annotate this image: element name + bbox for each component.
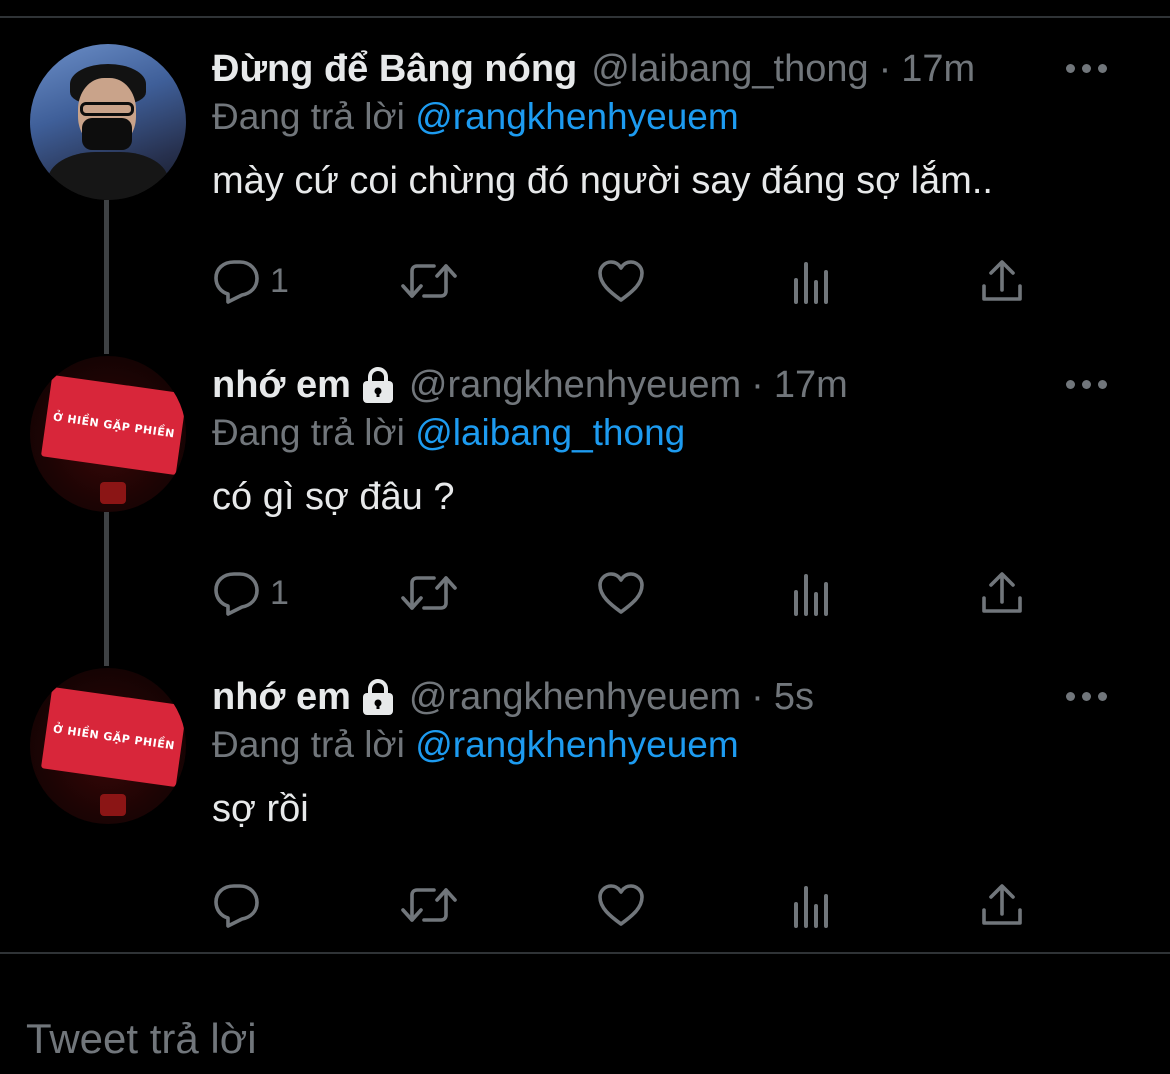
tweet-header: nhớ em @rangkhenhyeuem · 5s xyxy=(212,674,1130,720)
analytics-icon xyxy=(794,574,828,616)
replying-to-line: Đang trả lời @rangkhenhyeuem xyxy=(212,92,1130,142)
retweet-button[interactable] xyxy=(400,256,458,306)
like-button[interactable] xyxy=(596,256,646,306)
analytics-button[interactable] xyxy=(792,568,832,618)
lock-icon xyxy=(361,678,395,716)
separator-dot: · xyxy=(751,364,764,406)
tweet-text: sợ rồi xyxy=(212,788,309,830)
lock-icon xyxy=(361,366,395,404)
replying-to-mention[interactable]: @laibang_thong xyxy=(415,412,685,453)
replying-to-line: Đang trả lời @rangkhenhyeuem xyxy=(212,720,1130,770)
share-button[interactable] xyxy=(980,256,1024,306)
user-handle[interactable]: @rangkhenhyeuem xyxy=(409,362,741,408)
avatar-sign-text: Ở HIỀN GẶP PHIỀN xyxy=(52,410,176,440)
reply-button[interactable]: 1 xyxy=(212,568,289,618)
more-options-icon[interactable] xyxy=(1066,64,1108,74)
replying-to-label: Đang trả lời xyxy=(212,96,405,137)
timestamp[interactable]: 17m xyxy=(901,46,975,92)
analytics-icon xyxy=(794,886,828,928)
reply-tweet-input[interactable] xyxy=(0,954,1170,1074)
reply-button[interactable]: 1 xyxy=(212,256,289,306)
analytics-button[interactable] xyxy=(792,880,832,930)
user-handle[interactable]: @laibang_thong xyxy=(591,46,868,92)
user-handle[interactable]: @rangkhenhyeuem xyxy=(409,674,741,720)
tweet-thread-screen: Đừng để Bâng nóng @laibang_thong · 17m Đ… xyxy=(0,0,1170,1074)
more-options-icon[interactable] xyxy=(1066,692,1108,702)
timestamp[interactable]: 17m xyxy=(774,362,848,408)
reply-button[interactable] xyxy=(212,880,270,930)
retweet-icon xyxy=(401,264,457,298)
tweet[interactable]: Đừng để Bâng nóng @laibang_thong · 17m Đ… xyxy=(0,0,1170,330)
retweet-button[interactable] xyxy=(400,880,458,930)
tweet-header: nhớ em @rangkhenhyeuem · 17m xyxy=(212,362,1130,408)
tweet-header: Đừng để Bâng nóng @laibang_thong · 17m xyxy=(212,46,1130,92)
avatar[interactable]: Ở HIỀN GẶP PHIỀN xyxy=(30,356,186,512)
share-icon xyxy=(982,572,1022,613)
replying-to-line: Đang trả lời @laibang_thong xyxy=(212,408,1130,458)
display-name[interactable]: Đừng để Bâng nóng xyxy=(212,46,577,92)
avatar[interactable] xyxy=(30,44,186,200)
reply-count: 1 xyxy=(270,573,289,612)
heart-icon xyxy=(598,260,644,302)
separator-dot: · xyxy=(751,676,764,718)
retweet-icon xyxy=(401,888,457,922)
display-name[interactable]: nhớ em xyxy=(212,674,351,720)
share-button[interactable] xyxy=(980,880,1024,930)
retweet-button[interactable] xyxy=(400,568,458,618)
share-button[interactable] xyxy=(980,568,1024,618)
separator-dot: · xyxy=(878,48,892,90)
tweet[interactable]: Ở HIỀN GẶP PHIỀN nhớ em @rangkhenhyeuem … xyxy=(0,642,1170,952)
tweet[interactable]: Ở HIỀN GẶP PHIỀN nhớ em @rangkhenhyeuem … xyxy=(0,330,1170,642)
avatar[interactable]: Ở HIỀN GẶP PHIỀN xyxy=(30,668,186,824)
replying-to-label: Đang trả lời xyxy=(212,724,405,765)
avatar-sign-text: Ở HIỀN GẶP PHIỀN xyxy=(52,722,176,752)
heart-icon xyxy=(598,572,644,614)
replying-to-mention[interactable]: @rangkhenhyeuem xyxy=(415,96,738,137)
reply-icon xyxy=(214,884,259,928)
tweet-actions: 1 xyxy=(212,256,1042,306)
tweet-text: có gì sợ đâu ? xyxy=(212,476,455,518)
tweet-actions: 1 xyxy=(212,568,1042,618)
share-icon xyxy=(982,884,1022,925)
analytics-button[interactable] xyxy=(792,256,832,306)
replying-to-label: Đang trả lời xyxy=(212,412,405,453)
like-button[interactable] xyxy=(596,880,646,930)
replying-to-mention[interactable]: @rangkhenhyeuem xyxy=(415,724,738,765)
analytics-icon xyxy=(794,262,828,304)
more-options-icon[interactable] xyxy=(1066,380,1108,390)
retweet-icon xyxy=(401,576,457,610)
reply-icon xyxy=(214,260,259,304)
tweet-actions xyxy=(212,880,1042,930)
tweet-text: mày cứ coi chừng đó người say đáng sợ lắ… xyxy=(212,160,993,202)
timestamp[interactable]: 5s xyxy=(774,674,814,720)
display-name[interactable]: nhớ em xyxy=(212,362,351,408)
heart-icon xyxy=(598,884,644,926)
share-icon xyxy=(982,260,1022,301)
like-button[interactable] xyxy=(596,568,646,618)
reply-icon xyxy=(214,572,259,616)
reply-count: 1 xyxy=(270,261,289,300)
